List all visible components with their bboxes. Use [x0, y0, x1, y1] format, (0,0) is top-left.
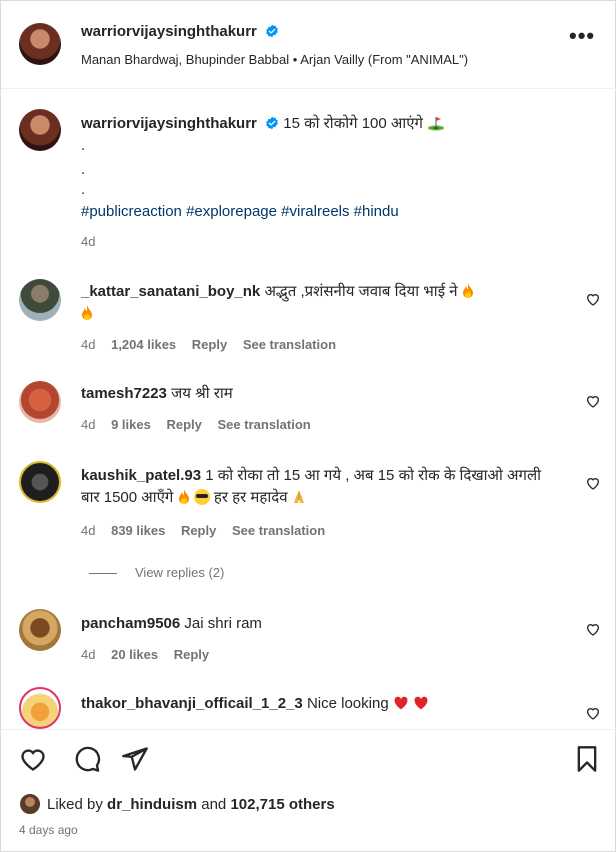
post-timestamp: 4 days ago [19, 823, 78, 837]
action-bar-divider [1, 729, 616, 730]
comment-username[interactable]: tamesh7223 [81, 385, 167, 402]
folded-hands-emoji-icon [293, 491, 304, 503]
see-translation-button[interactable]: See translation [243, 337, 336, 352]
caption-time: 4d [81, 234, 96, 249]
reply-button[interactable]: Reply [174, 647, 209, 662]
comment-likes[interactable]: 839 likes [111, 523, 165, 538]
comment-body: thakor_bhavanji_officail_1_2_3 Nice look… [81, 693, 551, 715]
commenter-avatar[interactable] [19, 381, 61, 423]
like-comment-heart-icon[interactable] [585, 705, 601, 721]
caption-line: warriorvijaysinghthakurr 15 को रोकोगे 10… [81, 113, 445, 133]
comment-text: Nice looking [306, 695, 389, 712]
comment-meta: 4d 20 likes Reply [81, 647, 221, 662]
commenter-avatar[interactable] [19, 279, 61, 321]
commenter-avatar[interactable] [19, 687, 61, 729]
save-bookmark-icon[interactable] [573, 745, 601, 773]
author-username-row[interactable]: warriorvijaysinghthakurr [81, 23, 279, 40]
sunglasses-emoji-icon [193, 489, 210, 505]
liked-by-summary: Liked by dr_hinduism and 102,715 others [47, 796, 335, 813]
comment-body: pancham9506 Jai shri ram [81, 613, 551, 635]
caption-text: 15 को रोकोगे 100 आएंगे [283, 115, 423, 132]
flag-in-hole-icon [428, 117, 445, 131]
caption-hashtags[interactable]: #publicreaction #explorepage #viralreels… [81, 203, 399, 220]
liked-by-count[interactable]: 102,715 others [230, 796, 334, 813]
like-comment-heart-icon[interactable] [585, 621, 601, 637]
view-replies-button[interactable]: View replies (2) [89, 565, 224, 580]
comment-meta: 4d 839 likes Reply See translation [81, 523, 337, 538]
comment-bubble-icon[interactable] [73, 745, 101, 773]
comment-time: 4d [81, 417, 96, 432]
comment-likes[interactable]: 1,204 likes [111, 337, 176, 352]
comment-username[interactable]: kaushik_patel.93 [81, 467, 201, 484]
comment-time: 4d [81, 337, 96, 352]
see-translation-button[interactable]: See translation [232, 523, 325, 538]
liked-by-mid: and [201, 796, 227, 813]
reply-button[interactable]: Reply [166, 417, 201, 432]
red-heart-emoji-icon [394, 696, 408, 710]
reply-button[interactable]: Reply [181, 523, 216, 538]
replies-divider [89, 573, 117, 575]
comment-meta: 4d 9 likes Reply See translation [81, 417, 323, 432]
liked-by-avatar[interactable] [19, 793, 41, 815]
caption-dot: . [81, 181, 86, 198]
comment-username[interactable]: thakor_bhavanji_officail_1_2_3 [81, 695, 303, 712]
like-comment-heart-icon[interactable] [585, 393, 601, 409]
post-panel: warriorvijaysinghthakurr Manan Bhardwaj,… [0, 0, 616, 852]
fire-emoji-icon [178, 489, 189, 504]
comment-body: tamesh7223 जय श्री राम [81, 383, 551, 405]
author-username[interactable]: warriorvijaysinghthakurr [81, 23, 257, 40]
audio-attribution[interactable]: Manan Bhardwaj, Bhupinder Babbal • Arjan… [81, 52, 468, 67]
verified-badge-icon [266, 116, 278, 130]
caption-avatar[interactable] [19, 109, 61, 151]
liked-by-user[interactable]: dr_hinduism [107, 796, 197, 813]
comment-time: 4d [81, 523, 96, 538]
comment-body: _kattar_sanatani_boy_nk अद्भुत ,प्रशंसनी… [81, 281, 551, 325]
comment-body: kaushik_patel.93 1 को रोका तो 15 आ गये ,… [81, 465, 551, 509]
comment-username[interactable]: _kattar_sanatani_boy_nk [81, 283, 260, 300]
comment-text-tail: हर हर महादेव [213, 489, 288, 506]
comment-likes[interactable]: 20 likes [111, 647, 158, 662]
reply-button[interactable]: Reply [192, 337, 227, 352]
like-comment-heart-icon[interactable] [585, 475, 601, 491]
like-heart-icon[interactable] [19, 745, 47, 773]
comment-likes[interactable]: 9 likes [111, 417, 151, 432]
see-translation-button[interactable]: See translation [218, 417, 311, 432]
red-heart-emoji-icon [414, 696, 428, 710]
comment-text: जय श्री राम [171, 385, 233, 402]
more-options-icon[interactable]: ••• [569, 25, 594, 51]
fire-emoji-icon [82, 305, 92, 320]
view-replies-label[interactable]: View replies (2) [135, 565, 224, 580]
share-paper-plane-icon[interactable] [121, 745, 149, 773]
caption-dot: . [81, 137, 86, 154]
comment-username[interactable]: pancham9506 [81, 615, 180, 632]
caption-username[interactable]: warriorvijaysinghthakurr [81, 115, 257, 132]
comment-item: thakor_bhavanji_officail_1_2_3 Nice look… [1, 687, 616, 729]
author-avatar[interactable] [19, 23, 61, 65]
post-header: warriorvijaysinghthakurr Manan Bhardwaj,… [1, 1, 616, 89]
liked-by-prefix: Liked by [47, 796, 103, 813]
comment-meta: 4d 1,204 likes Reply See translation [81, 337, 348, 352]
comment-time: 4d [81, 647, 96, 662]
like-comment-heart-icon[interactable] [585, 291, 601, 307]
comment-text: Jai shri ram [184, 615, 262, 632]
fire-emoji-icon [462, 283, 473, 298]
caption-dot: . [81, 161, 86, 178]
comment-text: अद्भुत ,प्रशंसनीय जवाब दिया भाई ने [264, 283, 458, 300]
commenter-avatar[interactable] [19, 609, 61, 651]
commenter-avatar[interactable] [19, 461, 61, 503]
verified-badge-icon [266, 24, 278, 38]
